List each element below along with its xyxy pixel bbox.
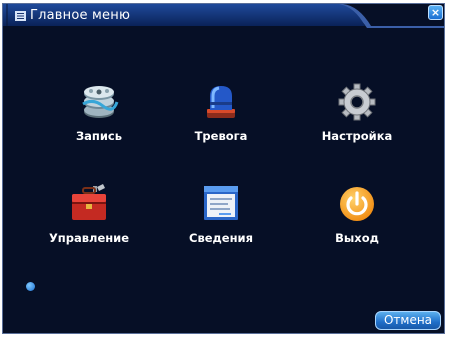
alarm-siren-icon: [207, 86, 235, 118]
film-reel-icon: [82, 86, 119, 118]
gear-icon: [338, 83, 376, 121]
menu-item-management[interactable]: Управление: [37, 184, 141, 270]
menu-item-exit[interactable]: Выход: [305, 184, 409, 270]
toolbox-icon: [72, 184, 106, 220]
menu-item-label: Запись: [75, 129, 123, 143]
menu-item-alarm[interactable]: Тревога: [169, 82, 273, 168]
menu-item-label: Настройка: [321, 129, 393, 143]
menu-item-record[interactable]: Запись: [47, 82, 151, 168]
menu-item-info[interactable]: Сведения: [169, 184, 273, 270]
status-indicator-icon: [26, 282, 35, 291]
cancel-button[interactable]: Отмена: [375, 311, 441, 330]
menu-item-label: Управление: [48, 231, 130, 245]
power-icon: [340, 187, 374, 221]
menu-item-label: Выход: [335, 231, 379, 245]
main-menu-window: Главное меню × Запись Тревога Настройка …: [2, 3, 445, 334]
info-window-icon: [204, 186, 238, 220]
menu-item-label: Тревога: [194, 129, 248, 143]
menu-item-settings[interactable]: Настройка: [305, 82, 409, 168]
menu-item-label: Сведения: [189, 231, 253, 245]
menu-grid: Запись Тревога Настройка Управление Свед…: [3, 4, 444, 333]
